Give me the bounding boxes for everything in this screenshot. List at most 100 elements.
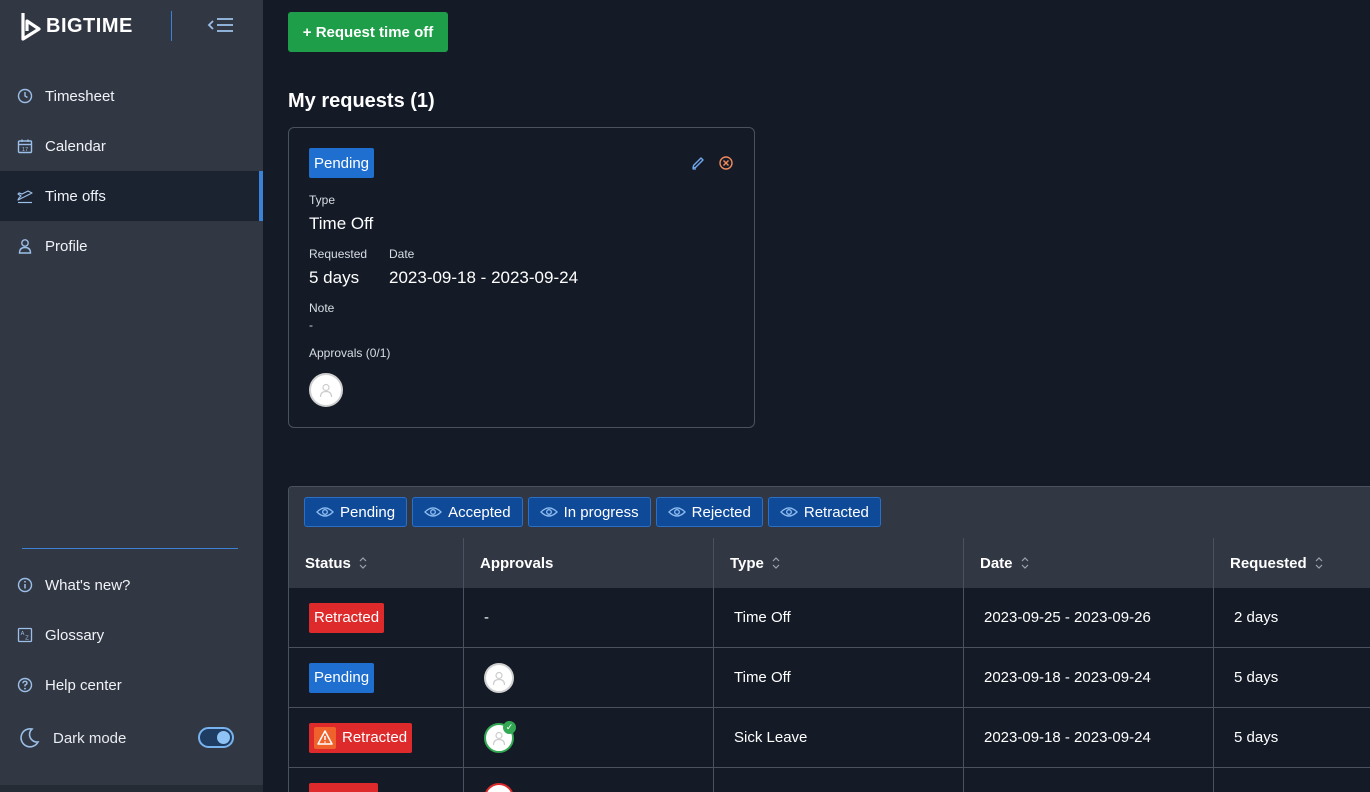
- type-cell: Sick Leave: [714, 708, 964, 767]
- requested-label: Requested: [309, 247, 368, 261]
- status-badge-label: Retracted: [342, 729, 408, 746]
- column-header-label: Type: [730, 554, 764, 572]
- eye-icon: [539, 507, 558, 517]
- column-header-label: Approvals: [480, 554, 554, 572]
- request-card: Pending Type Time Off Requested 5 days D…: [288, 127, 755, 428]
- note-label: Note: [309, 301, 335, 315]
- column-header-label: Status: [305, 554, 351, 572]
- sidebar-item-help-center[interactable]: Help center: [0, 660, 263, 710]
- request-time-off-button[interactable]: + Request time off: [288, 12, 448, 52]
- filter-retracted[interactable]: Retracted: [767, 497, 881, 527]
- approver-avatar[interactable]: [484, 662, 514, 693]
- column-header-approvals: Approvals: [464, 538, 714, 588]
- filter-rejected[interactable]: Rejected: [655, 497, 763, 527]
- bigtime-logo-icon: [21, 13, 41, 41]
- sidebar-item-label: Profile: [45, 237, 88, 255]
- date-cell: [964, 768, 1214, 792]
- date-cell: 2023-09-18 - 2023-09-24: [964, 708, 1214, 767]
- date-cell: 2023-09-18 - 2023-09-24: [964, 648, 1214, 707]
- approved-check-icon: ✓: [503, 720, 516, 734]
- requested-cell: 5 days: [1234, 669, 1279, 686]
- requested-cell: 2 days: [1234, 609, 1279, 626]
- approvals-cell: [464, 648, 714, 707]
- table-header: Status Approvals Type Date Requested: [289, 538, 1370, 588]
- eye-icon: [779, 507, 798, 517]
- sort-icon: [772, 557, 780, 569]
- clock-icon: [17, 88, 33, 104]
- date-label: Date: [389, 247, 415, 261]
- svg-text:A: A: [21, 631, 25, 637]
- logo-text: BIGTIME: [46, 14, 133, 37]
- filter-accepted[interactable]: Accepted: [412, 497, 523, 527]
- sidebar: BIGTIME Timesheet 17 Calendar Time offs …: [0, 0, 263, 792]
- sidebar-item-calendar[interactable]: 17 Calendar: [0, 121, 263, 171]
- table-row[interactable]: Retracted - Time Off 2023-09-25 - 2023-0…: [289, 588, 1370, 648]
- svg-text:Z: Z: [25, 636, 29, 642]
- approvals-label: Approvals (0/1): [309, 346, 391, 360]
- approvals-cell: -: [464, 588, 714, 647]
- bottom-nav: What's new? AZ Glossary Help center: [0, 560, 263, 710]
- filter-pending[interactable]: Pending: [304, 497, 408, 527]
- sidebar-item-timesheet[interactable]: Timesheet: [0, 71, 263, 121]
- sidebar-item-time-offs[interactable]: Time offs: [0, 171, 263, 221]
- sidebar-item-whats-new[interactable]: What's new?: [0, 560, 263, 610]
- date-value: 2023-09-18 - 2023-09-24: [389, 268, 579, 287]
- approver-avatar[interactable]: [309, 373, 343, 407]
- help-icon: [17, 677, 33, 693]
- plane-icon: [17, 190, 33, 204]
- sidebar-item-label: Timesheet: [45, 87, 115, 105]
- status-cell: [289, 768, 464, 792]
- filter-label: Accepted: [448, 503, 511, 521]
- column-header-status[interactable]: Status: [289, 538, 464, 588]
- approvals-cell: [464, 768, 714, 792]
- avatar-placeholder-icon: [319, 383, 333, 398]
- toggle-knob: [217, 731, 230, 744]
- eye-icon: [667, 507, 686, 517]
- sort-icon: [1315, 557, 1323, 569]
- date-cell: 2023-09-25 - 2023-09-26: [964, 588, 1214, 647]
- my-requests-title: My requests (1): [288, 90, 435, 112]
- collapse-menu-icon[interactable]: [207, 14, 235, 36]
- sidebar-item-glossary[interactable]: AZ Glossary: [0, 610, 263, 660]
- approver-avatar[interactable]: ✓: [484, 720, 516, 753]
- filter-label: In progress: [563, 503, 639, 521]
- status-cell: Retracted: [289, 708, 464, 767]
- table-row[interactable]: Retracted ✓ Sick Leave 2023-09-18 - 2023…: [289, 708, 1370, 768]
- column-header-label: Requested: [1230, 554, 1307, 572]
- column-header-requested[interactable]: Requested: [1214, 538, 1370, 588]
- table-row[interactable]: [289, 768, 1370, 792]
- sort-icon: [359, 557, 367, 569]
- approver-avatar[interactable]: [484, 782, 514, 792]
- dark-mode-label: Dark mode: [53, 729, 127, 747]
- approvals-cell: ✓: [464, 708, 714, 767]
- calendar-icon: 17: [17, 139, 33, 154]
- info-icon: [17, 577, 33, 593]
- main-nav: Timesheet 17 Calendar Time offs Profile: [0, 71, 263, 271]
- glossary-icon: AZ: [17, 627, 33, 643]
- sidebar-item-label: Help center: [45, 676, 122, 694]
- filter-in-progress[interactable]: In progress: [527, 497, 651, 527]
- filter-label: Retracted: [803, 503, 869, 521]
- status-cell: Pending: [289, 648, 464, 707]
- requested-cell: 5 days: [1234, 729, 1279, 746]
- type-cell: Time Off: [714, 588, 964, 647]
- column-header-type[interactable]: Type: [714, 538, 964, 588]
- cancel-icon[interactable]: [718, 155, 734, 171]
- table-row[interactable]: Pending Time Off 2023-09-18 - 2023-09-24…: [289, 648, 1370, 708]
- status-badge: [309, 782, 378, 792]
- dark-mode-toggle[interactable]: [198, 727, 234, 748]
- logo-divider: [171, 11, 172, 41]
- logo[interactable]: BIGTIME: [20, 11, 133, 41]
- sidebar-item-label: Calendar: [45, 137, 106, 155]
- type-label: Type: [309, 193, 336, 207]
- column-header-date[interactable]: Date: [964, 538, 1214, 588]
- sidebar-item-label: Glossary: [45, 626, 105, 644]
- eye-icon: [424, 507, 442, 517]
- sidebar-divider: [22, 548, 238, 549]
- sidebar-item-profile[interactable]: Profile: [0, 221, 263, 271]
- warning-icon: [314, 726, 336, 749]
- status-badge: Pending: [309, 148, 374, 178]
- edit-icon[interactable]: [690, 155, 706, 171]
- status-filters: Pending Accepted In progress Rejected Re…: [289, 487, 1370, 538]
- sort-icon: [1021, 557, 1028, 569]
